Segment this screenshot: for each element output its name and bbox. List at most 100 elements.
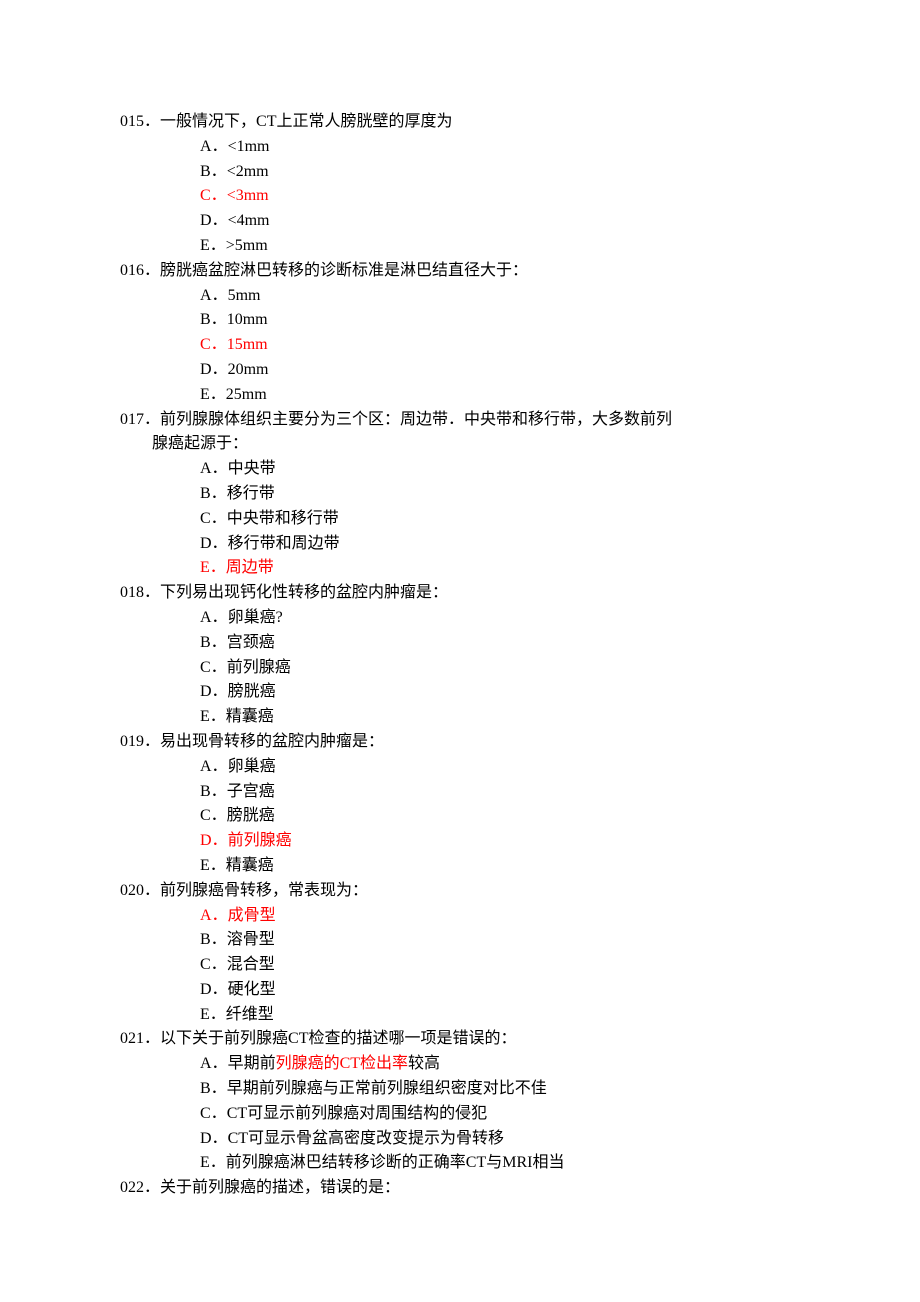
option: B．10mm (200, 308, 800, 333)
question-stem: 一般情况下，CT上正常人膀胱壁的厚度为 (160, 113, 452, 130)
option: D．硬化型 (200, 978, 800, 1003)
option: E．周边带 (200, 556, 800, 581)
option-label: A． (200, 907, 228, 924)
option: A．早期前列腺癌的CT检出率较高 (200, 1052, 800, 1077)
option-text: CT可显示骨盆高密度改变提示为骨转移 (228, 1130, 504, 1147)
question-stem: 以下关于前列腺癌CT检查的描述哪一项是错误的： (160, 1030, 516, 1047)
question-number: 020． (120, 882, 160, 899)
option-text: 纤维型 (226, 1006, 274, 1023)
option-text: 成骨型 (228, 907, 276, 924)
option-label: D． (200, 212, 228, 229)
options-list: A．卵巢癌?B．宫颈癌C．前列腺癌D．膀胱癌E．精囊癌 (120, 606, 800, 730)
option-label: A． (200, 287, 228, 304)
option: A．<1mm (200, 135, 800, 160)
question-stem: 易出现骨转移的盆腔内肿瘤是： (160, 733, 384, 750)
option-label: A． (200, 1055, 228, 1072)
option: A．卵巢癌? (200, 606, 800, 631)
option-text: 中央带 (228, 460, 276, 477)
option-label: B． (200, 931, 227, 948)
option-label: A． (200, 460, 228, 477)
option-text: 20mm (228, 361, 269, 378)
question-number: 021． (120, 1030, 160, 1047)
question-number: 018． (120, 584, 160, 601)
option-label: B． (200, 163, 227, 180)
option-text: 膀胱癌 (228, 683, 276, 700)
option-text: 溶骨型 (227, 931, 275, 948)
option: E．前列腺癌淋巴结转移诊断的正确率CT与MRI相当 (200, 1151, 800, 1176)
option: A．中央带 (200, 457, 800, 482)
option-text-post: 较高 (408, 1055, 440, 1072)
option: B．溶骨型 (200, 928, 800, 953)
option: D．CT可显示骨盆高密度改变提示为骨转移 (200, 1127, 800, 1152)
option-label: C． (200, 956, 227, 973)
option: E．25mm (200, 383, 800, 408)
option-text: 移行带 (227, 485, 275, 502)
option-label: B． (200, 311, 227, 328)
option: C．中央带和移行带 (200, 507, 800, 532)
option-text: 5mm (228, 287, 261, 304)
option-label: D． (200, 981, 228, 998)
options-list: A．5mmB．10mmC．15mmD．20mmE．25mm (120, 284, 800, 408)
question-number: 017． (120, 411, 160, 428)
option-text: <1mm (228, 138, 270, 155)
option: B．宫颈癌 (200, 631, 800, 656)
option: C．<3mm (200, 184, 800, 209)
question-number: 022． (120, 1179, 160, 1196)
option-text: 宫颈癌 (227, 634, 275, 651)
option-text: 移行带和周边带 (228, 535, 340, 552)
option-text-pre: 早期前 (228, 1055, 276, 1072)
question: 021．以下关于前列腺癌CT检查的描述哪一项是错误的：A．早期前列腺癌的CT检出… (120, 1027, 800, 1176)
option-text: 周边带 (226, 559, 274, 576)
question: 016．膀胱癌盆腔淋巴转移的诊断标准是淋巴结直径大于：A．5mmB．10mmC．… (120, 259, 800, 408)
option-text: 前列腺癌 (227, 659, 291, 676)
option-label: C． (200, 187, 227, 204)
option: C．膀胱癌 (200, 804, 800, 829)
option: C．CT可显示前列腺癌对周围结构的侵犯 (200, 1102, 800, 1127)
option-label: D． (200, 361, 228, 378)
option-label: A． (200, 138, 228, 155)
option-text: CT可显示前列腺癌对周围结构的侵犯 (227, 1105, 487, 1122)
option-text: 子宫癌 (227, 783, 275, 800)
option: C．15mm (200, 333, 800, 358)
question-stem: 前列腺癌骨转移，常表现为： (160, 882, 368, 899)
question: 018．下列易出现钙化性转移的盆腔内肿瘤是：A．卵巢癌?B．宫颈癌C．前列腺癌D… (120, 581, 800, 730)
options-list: A．成骨型B．溶骨型C．混合型D．硬化型E．纤维型 (120, 904, 800, 1028)
option-label: D． (200, 535, 228, 552)
options-list: A．卵巢癌B．子宫癌C．膀胱癌D．前列腺癌E．精囊癌 (120, 755, 800, 879)
option: A．5mm (200, 284, 800, 309)
option-text: 卵巢癌 (228, 758, 276, 775)
option-text: 混合型 (227, 956, 275, 973)
option: C．前列腺癌 (200, 656, 800, 681)
option: D．前列腺癌 (200, 829, 800, 854)
question-text: 018．下列易出现钙化性转移的盆腔内肿瘤是： (120, 581, 800, 606)
option-text: 精囊癌 (226, 857, 274, 874)
option: E．纤维型 (200, 1003, 800, 1028)
question-text: 020．前列腺癌骨转移，常表现为： (120, 879, 800, 904)
option-text: <3mm (227, 187, 269, 204)
option-label: B． (200, 485, 227, 502)
option: D．移行带和周边带 (200, 532, 800, 557)
option: B．早期前列腺癌与正常前列腺组织密度对比不佳 (200, 1077, 800, 1102)
option-label: C． (200, 659, 227, 676)
question: 022．关于前列腺癌的描述，错误的是： (120, 1176, 800, 1201)
option-text: <2mm (227, 163, 269, 180)
option-label: C． (200, 1105, 227, 1122)
question-text: 016．膀胱癌盆腔淋巴转移的诊断标准是淋巴结直径大于： (120, 259, 800, 284)
options-list: A．<1mmB．<2mmC．<3mmD．<4mmE．>5mm (120, 135, 800, 259)
option: E．>5mm (200, 234, 800, 259)
option-text: 膀胱癌 (227, 807, 275, 824)
option-text: 10mm (227, 311, 268, 328)
option-label: D． (200, 1130, 228, 1147)
option: D．20mm (200, 358, 800, 383)
option-text: 卵巢癌? (228, 609, 283, 626)
question-stem: 关于前列腺癌的描述，错误的是： (160, 1179, 400, 1196)
option: D．<4mm (200, 209, 800, 234)
option-label: C． (200, 807, 227, 824)
option-text: <4mm (228, 212, 270, 229)
question: 015．一般情况下，CT上正常人膀胱壁的厚度为A．<1mmB．<2mmC．<3m… (120, 110, 800, 259)
question-text: 021．以下关于前列腺癌CT检查的描述哪一项是错误的： (120, 1027, 800, 1052)
question-text-continuation: 腺癌起源于： (120, 432, 800, 457)
option: E．精囊癌 (200, 705, 800, 730)
question-number: 015． (120, 113, 160, 130)
option-label: C． (200, 510, 227, 527)
